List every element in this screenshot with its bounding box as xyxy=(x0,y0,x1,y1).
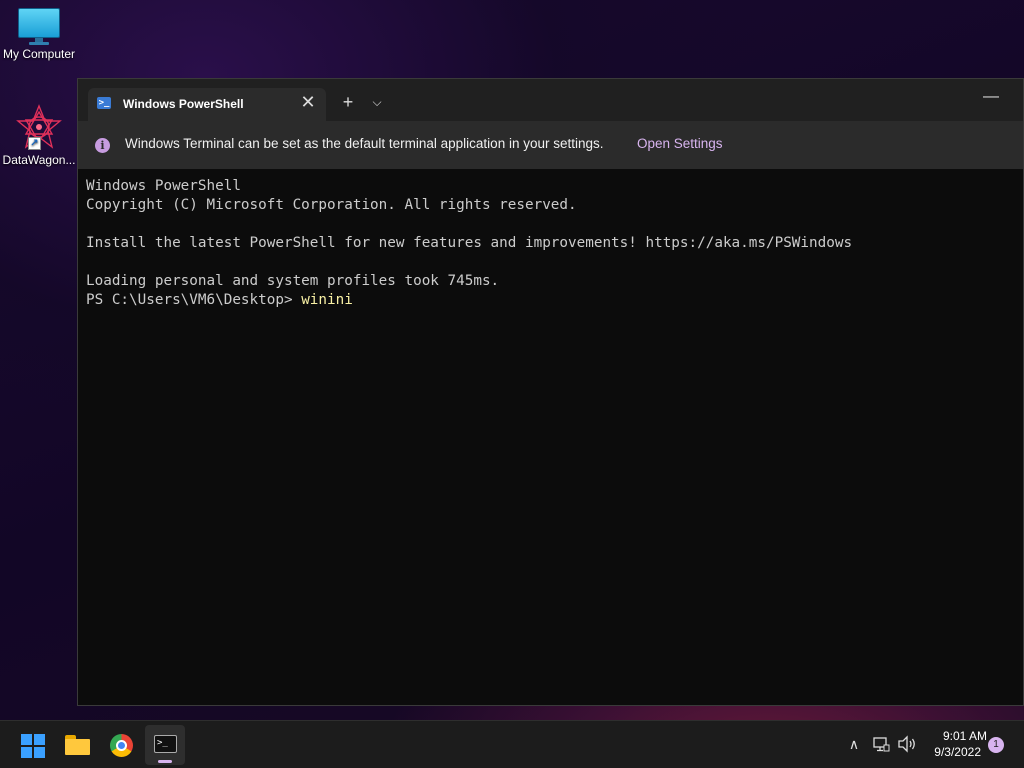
chrome-button[interactable] xyxy=(101,725,141,765)
infobar-message: Windows Terminal can be set as the defau… xyxy=(125,136,604,151)
windows-logo-icon xyxy=(21,734,45,758)
clock-time[interactable]: 9:01 AM xyxy=(925,729,987,743)
windows-terminal-button[interactable]: >_ xyxy=(145,725,185,765)
title-bar[interactable]: >_ Windows PowerShell ✕ + ⌵ — xyxy=(78,79,1023,121)
clock-date[interactable]: 9/3/2022 xyxy=(925,745,981,759)
typed-command: winini xyxy=(301,292,353,308)
console-line: Loading personal and system profiles too… xyxy=(86,273,500,289)
start-button[interactable] xyxy=(13,725,53,765)
minimize-button[interactable]: — xyxy=(971,87,1011,111)
notification-badge[interactable]: 1 xyxy=(988,737,1004,753)
console-line: Copyright (C) Microsoft Corporation. All… xyxy=(86,197,577,213)
console-line: Windows PowerShell xyxy=(86,178,241,194)
folder-icon xyxy=(65,735,90,755)
computer-icon xyxy=(18,8,60,45)
taskbar: >_ ∧ 9:01 AM 9/3/2022 1 xyxy=(0,720,1024,768)
network-icon[interactable] xyxy=(872,735,890,753)
open-settings-link[interactable]: Open Settings xyxy=(637,136,723,151)
tab-windows-powershell[interactable]: >_ Windows PowerShell ✕ xyxy=(88,88,326,121)
default-terminal-infobar: i Windows Terminal can be set as the def… xyxy=(78,121,1023,169)
datawagon-icon: ↗ xyxy=(16,104,62,150)
tab-dropdown-button[interactable]: ⌵ xyxy=(367,91,387,113)
file-explorer-button[interactable] xyxy=(57,725,97,765)
desktop-icon-label: My Computer xyxy=(2,47,76,61)
tab-close-button[interactable]: ✕ xyxy=(297,91,319,113)
powershell-icon: >_ xyxy=(97,97,111,109)
terminal-icon: >_ xyxy=(154,735,177,753)
shortcut-arrow-icon: ↗ xyxy=(28,137,41,150)
tab-title: Windows PowerShell xyxy=(123,97,244,111)
info-icon: i xyxy=(95,138,110,153)
new-tab-button[interactable]: + xyxy=(337,91,359,113)
shell-prompt: PS C:\Users\VM6\Desktop> xyxy=(86,292,302,308)
terminal-window[interactable]: >_ Windows PowerShell ✕ + ⌵ — i Windows … xyxy=(77,78,1024,706)
chrome-icon xyxy=(110,734,133,757)
prompt-line[interactable]: PS C:\Users\VM6\Desktop> winini xyxy=(86,291,1015,310)
show-hidden-icons-button[interactable]: ∧ xyxy=(844,732,864,756)
volume-icon[interactable] xyxy=(897,735,917,753)
desktop-icon-label: DataWagon... xyxy=(2,153,76,167)
desktop-icon-datawagon[interactable]: ↗ DataWagon... xyxy=(0,104,78,167)
desktop-icon-my-computer[interactable]: My Computer xyxy=(0,8,78,61)
console-line: Install the latest PowerShell for new fe… xyxy=(86,235,853,251)
console-output[interactable]: Windows PowerShell Copyright (C) Microso… xyxy=(86,177,1015,699)
running-indicator xyxy=(158,760,172,763)
